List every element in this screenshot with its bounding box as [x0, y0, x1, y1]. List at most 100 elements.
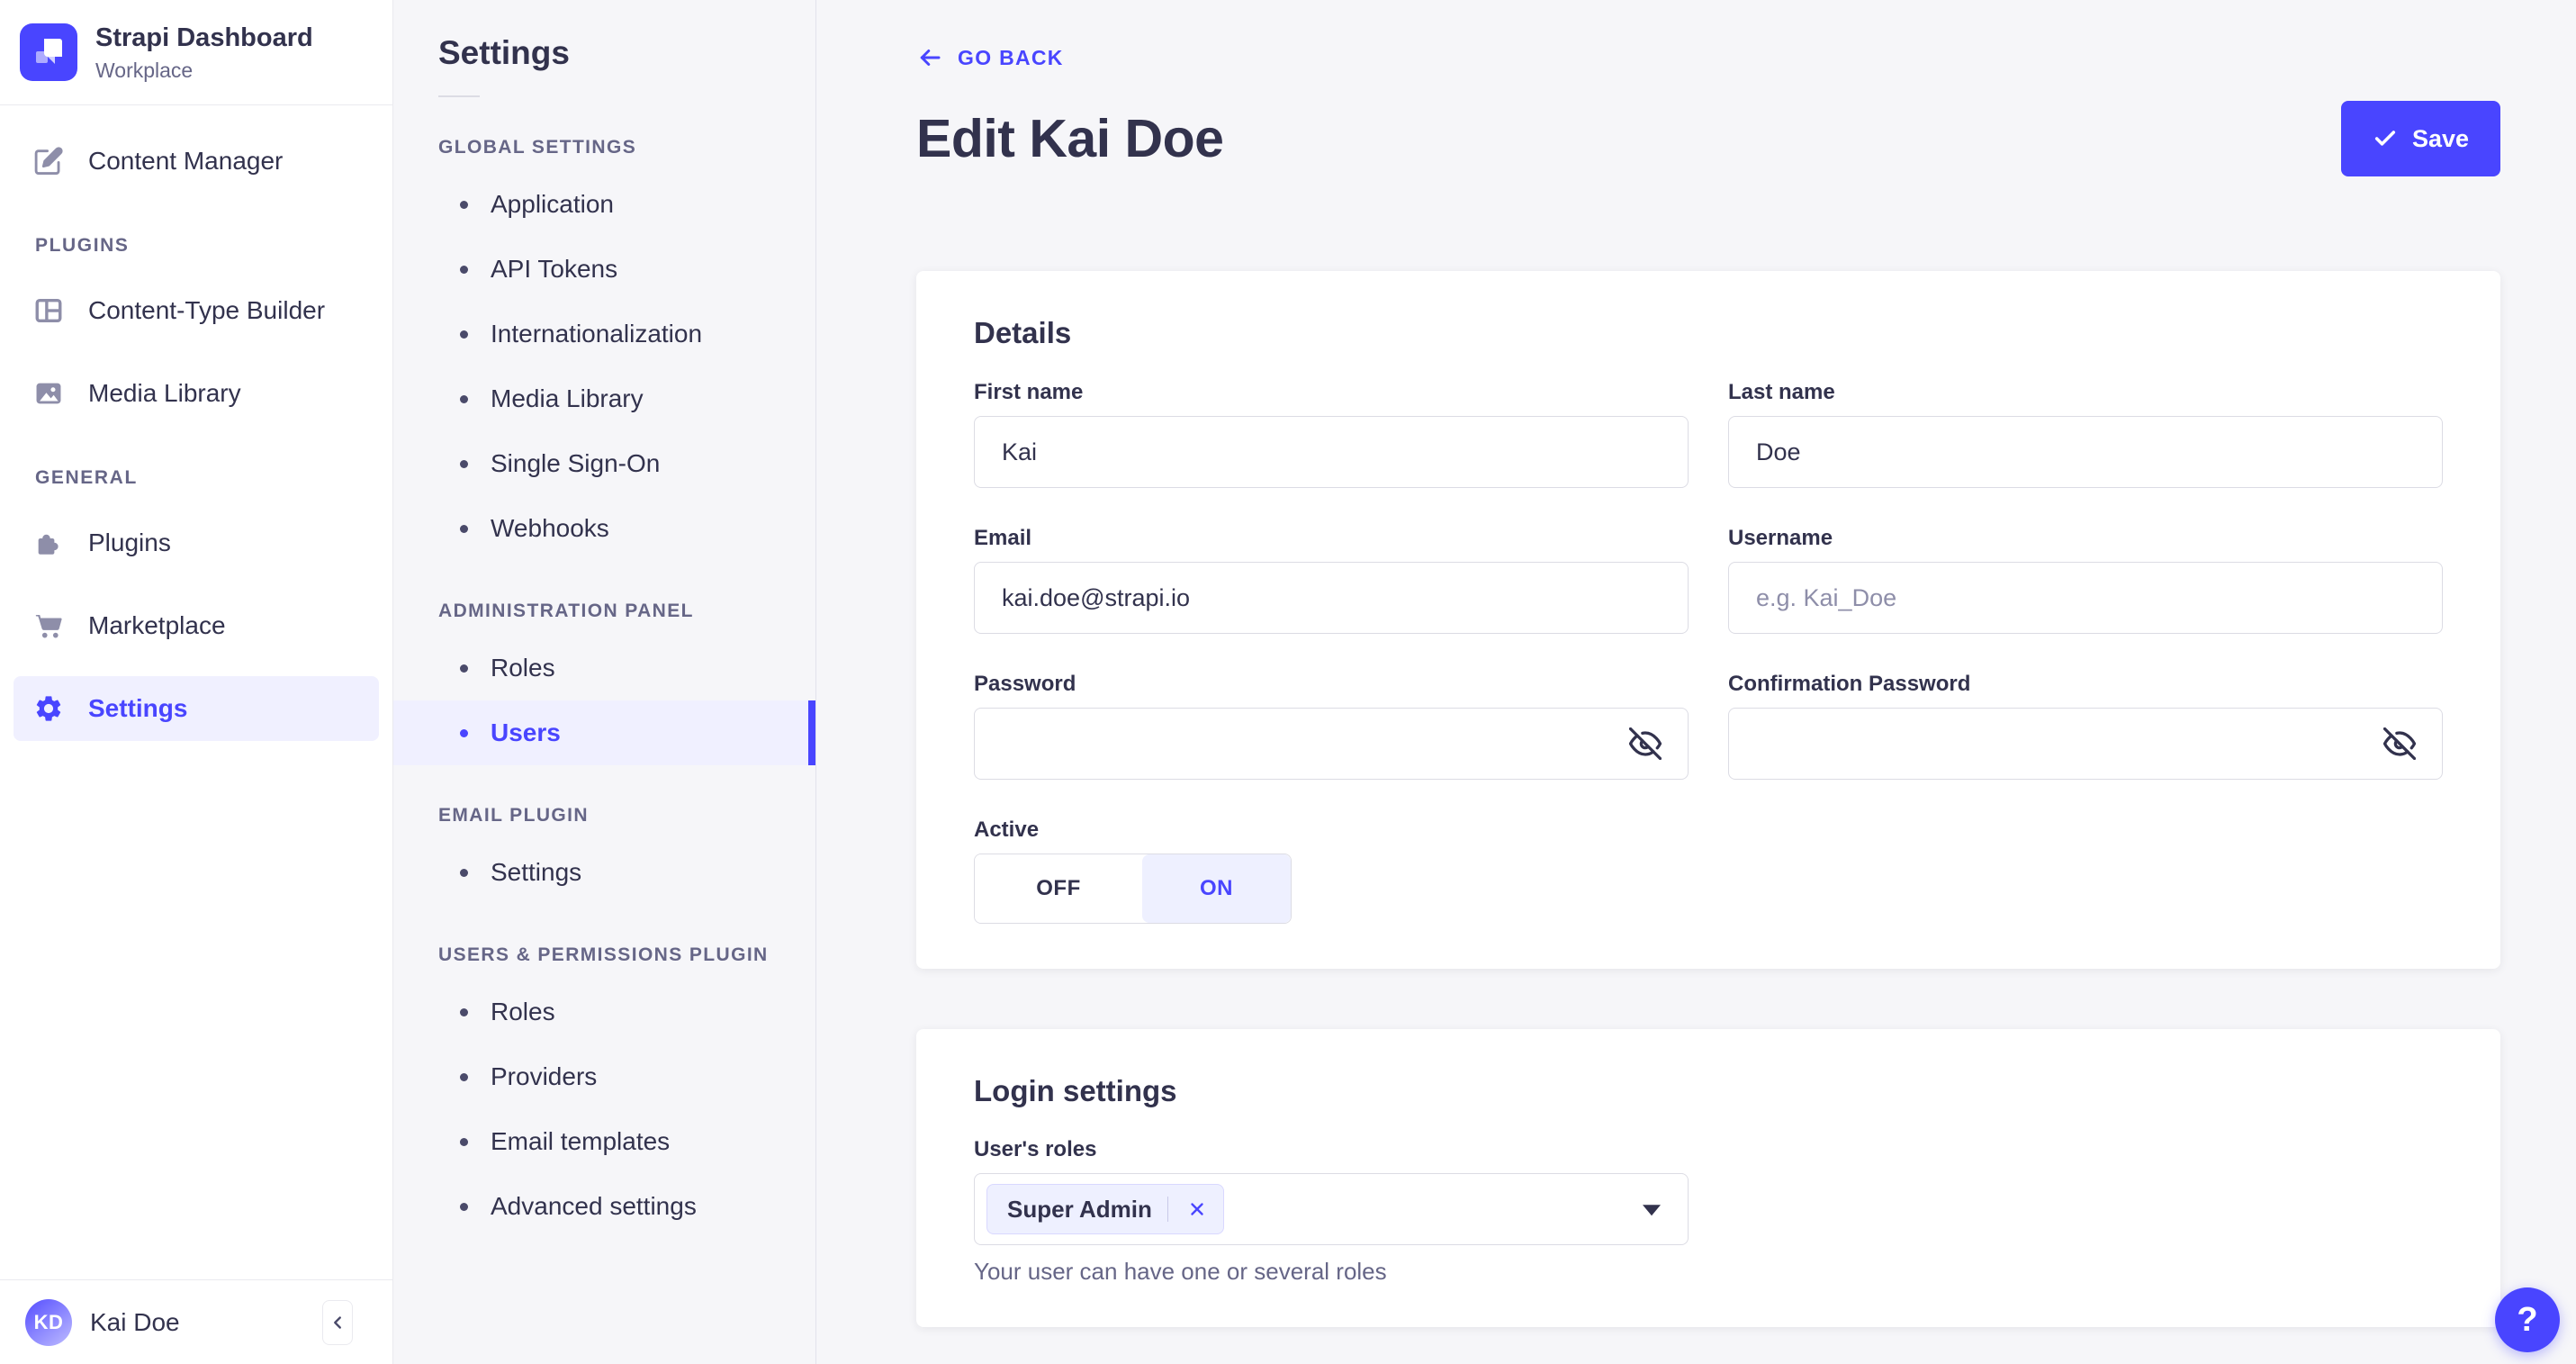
- chevron-left-icon: [334, 1315, 341, 1329]
- username-field: Username: [1728, 526, 2443, 634]
- edit-user-page: GO BACK Edit Kai Doe Save Details First …: [816, 0, 2576, 1364]
- password-field: Password: [974, 672, 1689, 780]
- subnav-item-label: Settings: [491, 858, 582, 886]
- bullet-icon: [460, 1007, 468, 1016]
- toggle-confirmation-visibility-button[interactable]: [2380, 724, 2419, 763]
- help-button[interactable]: ?: [2495, 1287, 2560, 1352]
- subnav-item-label: API Tokens: [491, 255, 618, 283]
- subnav-title-divider: [438, 95, 480, 97]
- bullet-icon: [460, 394, 468, 403]
- toggle-password-visibility-button[interactable]: [1626, 724, 1665, 763]
- subnav-item-label: Single Sign-On: [491, 449, 661, 477]
- active-toggle-on[interactable]: ON: [1142, 854, 1291, 923]
- go-back-label: GO BACK: [958, 45, 1064, 69]
- subnav-section-email-plugin: EMAIL PLUGIN Settings: [393, 805, 815, 905]
- save-button[interactable]: Save: [2340, 101, 2500, 176]
- subnav-item-up-roles[interactable]: Roles: [393, 980, 815, 1044]
- save-label: Save: [2411, 124, 2469, 152]
- role-tag-label: Super Admin: [1007, 1195, 1152, 1223]
- last-name-field: Last name: [1728, 380, 2443, 488]
- bullet-icon: [460, 200, 468, 209]
- active-toggle: OFF ON: [974, 854, 1292, 924]
- subnav-item-webhooks[interactable]: Webhooks: [393, 496, 815, 561]
- roles-helper-text: Your user can have one or several roles: [974, 1258, 1387, 1285]
- confirmation-password-input-wrap: [1728, 708, 2443, 780]
- user-name: Kai Doe: [90, 1307, 180, 1336]
- eye-off-icon: [2383, 727, 2416, 760]
- sidebar-item-plugins[interactable]: Plugins: [14, 510, 379, 575]
- sidebar-item-label: Settings: [88, 693, 188, 722]
- subnav-item-label: Internationalization: [491, 320, 703, 348]
- sidebar-item-label: Marketplace: [88, 610, 226, 639]
- subnav-item-label: Roles: [491, 998, 555, 1025]
- role-tag-super-admin: Super Admin: [986, 1184, 1224, 1234]
- sidebar-item-media-library[interactable]: Media Library: [14, 361, 379, 426]
- avatar[interactable]: KD: [25, 1298, 72, 1346]
- subnav-section-title: USERS & PERMISSIONS PLUGIN: [438, 944, 769, 965]
- first-name-input[interactable]: [974, 416, 1689, 488]
- picture-icon: [36, 383, 61, 404]
- subnav-item-label: Email templates: [491, 1127, 671, 1155]
- bullet-icon: [460, 1202, 468, 1211]
- collapse-sidebar-button[interactable]: [322, 1299, 353, 1345]
- subnav-item-admin-roles[interactable]: Roles: [393, 636, 815, 700]
- question-mark-icon: ?: [2517, 1300, 2538, 1339]
- subnav-item-email-settings[interactable]: Settings: [393, 840, 815, 905]
- last-name-input[interactable]: [1728, 416, 2443, 488]
- remove-role-button[interactable]: [1184, 1196, 1211, 1223]
- password-label: Password: [974, 672, 1076, 696]
- bullet-icon: [460, 868, 468, 877]
- subnav-item-admin-users[interactable]: Users: [393, 700, 815, 765]
- close-icon: [1191, 1203, 1203, 1215]
- roles-multiselect[interactable]: Super Admin: [974, 1173, 1689, 1245]
- sidebar-item-marketplace[interactable]: Marketplace: [14, 593, 379, 658]
- workspace-info: Strapi Dashboard Workplace: [95, 23, 313, 83]
- chevron-down-icon: [1643, 1205, 1661, 1216]
- email-input[interactable]: [974, 562, 1689, 634]
- subnav-item-label: Application: [491, 190, 614, 218]
- details-card-title: Details: [974, 316, 1072, 349]
- bullet-icon: [460, 1072, 468, 1081]
- cart-icon: [35, 614, 62, 638]
- password-input-wrap: [974, 708, 1689, 780]
- app-title: Strapi Dashboard: [95, 23, 313, 52]
- workspace-switcher[interactable]: Strapi Dashboard Workplace: [0, 0, 392, 104]
- username-input[interactable]: [1728, 562, 2443, 634]
- subnav-item-application[interactable]: Application: [393, 172, 815, 237]
- subnav-section-title: GLOBAL SETTINGS: [438, 137, 637, 158]
- main-sidebar: Strapi Dashboard Workplace Content Manag…: [0, 0, 393, 1364]
- feather-pen-icon: [34, 147, 63, 175]
- eye-off-icon: [1629, 727, 1662, 760]
- last-name-label: Last name: [1728, 380, 1835, 404]
- first-name-field: First name: [974, 380, 1689, 488]
- subnav-item-up-providers[interactable]: Providers: [393, 1044, 815, 1109]
- active-toggle-off[interactable]: OFF: [975, 854, 1142, 923]
- sidebar-item-settings[interactable]: Settings: [14, 675, 379, 741]
- sidebar-item-content-manager[interactable]: Content Manager: [14, 129, 379, 194]
- active-field: Active OFF ON: [974, 817, 2443, 924]
- bullet-icon: [460, 524, 468, 533]
- subnav-item-single-sign-on[interactable]: Single Sign-On: [393, 431, 815, 496]
- bullet-icon: [460, 459, 468, 468]
- go-back-link[interactable]: GO BACK: [916, 43, 1064, 72]
- confirmation-password-input[interactable]: [1728, 708, 2443, 780]
- login-settings-card: Login settings User's roles Super Admin …: [916, 1029, 2500, 1327]
- subnav-title: Settings: [438, 34, 570, 71]
- subnav-item-media-library[interactable]: Media Library: [393, 366, 815, 431]
- sidebar-item-content-type-builder[interactable]: Content-Type Builder: [14, 278, 379, 343]
- subnav-section-users-permissions: USERS & PERMISSIONS PLUGIN Roles Provide…: [393, 944, 815, 1239]
- password-input[interactable]: [974, 708, 1689, 780]
- sidebar-item-label: Content Manager: [88, 146, 284, 175]
- bullet-icon: [460, 265, 468, 274]
- subnav-item-label: Roles: [491, 654, 555, 682]
- page-title: Edit Kai Doe: [916, 109, 1224, 168]
- users-roles-label: User's roles: [974, 1137, 1097, 1161]
- subnav-item-up-email-templates[interactable]: Email templates: [393, 1109, 815, 1174]
- subnav-section-title: EMAIL PLUGIN: [438, 805, 589, 826]
- confirmation-password-field: Confirmation Password: [1728, 672, 2443, 780]
- subnav-item-api-tokens[interactable]: API Tokens: [393, 237, 815, 302]
- bullet-icon: [460, 664, 468, 673]
- subnav-item-internationalization[interactable]: Internationalization: [393, 302, 815, 366]
- subnav-item-up-advanced-settings[interactable]: Advanced settings: [393, 1174, 815, 1239]
- layout-icon: [35, 298, 62, 322]
